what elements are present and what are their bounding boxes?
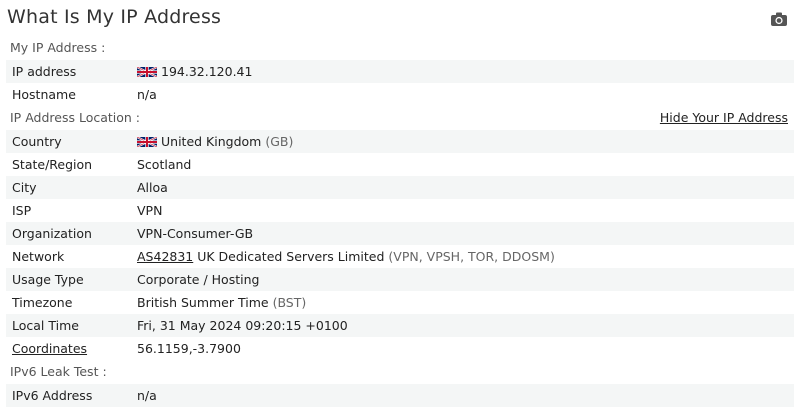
section-label: IP Address Location : bbox=[10, 110, 141, 125]
timezone-abbr: (BST) bbox=[272, 295, 307, 310]
row-key: Country bbox=[12, 134, 62, 149]
location-section-header: IP Address Location : Hide Your IP Addre… bbox=[6, 106, 794, 130]
country-code: (GB) bbox=[265, 134, 294, 149]
row-key: IP address bbox=[12, 64, 77, 79]
row-key: IPv6 Address bbox=[12, 388, 93, 403]
my-ip-section-header: My IP Address : bbox=[6, 36, 794, 60]
uk-flag-icon bbox=[137, 66, 157, 77]
table-row-ipv6-address: IPv6 Address n/a bbox=[6, 384, 794, 407]
hide-ip-link[interactable]: Hide Your IP Address bbox=[660, 106, 788, 130]
network-value: UK Dedicated Servers Limited bbox=[197, 249, 385, 264]
section-label: My IP Address : bbox=[10, 40, 106, 55]
row-key: Local Time bbox=[12, 318, 79, 333]
ip-address-value: 194.32.120.41 bbox=[161, 64, 253, 79]
isp-value: VPN bbox=[137, 203, 163, 218]
timezone-value: British Summer Time bbox=[137, 295, 269, 310]
row-key: Hostname bbox=[12, 87, 76, 102]
network-tags: (VPN, VPSH, TOR, DDOSM) bbox=[388, 249, 555, 264]
table-row-usage-type: Usage Type Corporate / Hosting bbox=[6, 268, 794, 291]
asn-link[interactable]: AS42831 bbox=[137, 249, 193, 264]
table-row-coordinates: Coordinates 56.1159,-3.7900 bbox=[6, 337, 794, 360]
local-time-value: Fri, 31 May 2024 09:20:15 +0100 bbox=[137, 318, 348, 333]
hostname-value: n/a bbox=[137, 87, 157, 102]
usage-type-value: Corporate / Hosting bbox=[137, 272, 260, 287]
table-row-isp: ISP VPN bbox=[6, 199, 794, 222]
ipv6-table: IPv6 Address n/a bbox=[6, 384, 794, 407]
organization-value: VPN-Consumer-GB bbox=[137, 226, 254, 241]
page-title: What Is My IP Address bbox=[7, 6, 222, 28]
camera-icon[interactable] bbox=[770, 11, 788, 27]
city-value: Alloa bbox=[137, 180, 168, 195]
table-row-city: City Alloa bbox=[6, 176, 794, 199]
table-row-ip-address: IP address 194.32.120.41 bbox=[6, 60, 794, 83]
row-value: AS42831 UK Dedicated Servers Limited (VP… bbox=[137, 245, 555, 268]
row-key: Network bbox=[12, 249, 65, 264]
table-row-hostname: Hostname n/a bbox=[6, 83, 794, 106]
my-ip-table: IP address 194.32.120.41 Hostname n/a bbox=[6, 60, 794, 106]
row-key: City bbox=[12, 180, 37, 195]
row-key: Timezone bbox=[12, 295, 73, 310]
row-value: United Kingdom (GB) bbox=[137, 130, 293, 153]
coordinates-value: 56.1159,-3.7900 bbox=[137, 341, 241, 356]
row-key: Organization bbox=[12, 226, 92, 241]
section-label: IPv6 Leak Test : bbox=[10, 364, 107, 379]
country-value: United Kingdom bbox=[161, 134, 262, 149]
row-key: Usage Type bbox=[12, 272, 84, 287]
coordinates-link[interactable]: Coordinates bbox=[12, 337, 87, 360]
uk-flag-icon bbox=[137, 136, 157, 147]
row-value: 194.32.120.41 bbox=[137, 60, 252, 83]
ipv6-section-header: IPv6 Leak Test : bbox=[6, 360, 794, 384]
table-row-state: State/Region Scotland bbox=[6, 153, 794, 176]
row-key: State/Region bbox=[12, 157, 93, 172]
table-row-local-time: Local Time Fri, 31 May 2024 09:20:15 +01… bbox=[6, 314, 794, 337]
table-row-organization: Organization VPN-Consumer-GB bbox=[6, 222, 794, 245]
table-row-network: Network AS42831 UK Dedicated Servers Lim… bbox=[6, 245, 794, 268]
table-row-timezone: Timezone British Summer Time (BST) bbox=[6, 291, 794, 314]
row-value: British Summer Time (BST) bbox=[137, 291, 306, 314]
location-table: Country United Kingdom (GB) State/Region… bbox=[6, 130, 794, 360]
table-row-country: Country United Kingdom (GB) bbox=[6, 130, 794, 153]
row-key: ISP bbox=[12, 203, 32, 218]
ipv6-value: n/a bbox=[137, 388, 157, 403]
state-value: Scotland bbox=[137, 157, 192, 172]
